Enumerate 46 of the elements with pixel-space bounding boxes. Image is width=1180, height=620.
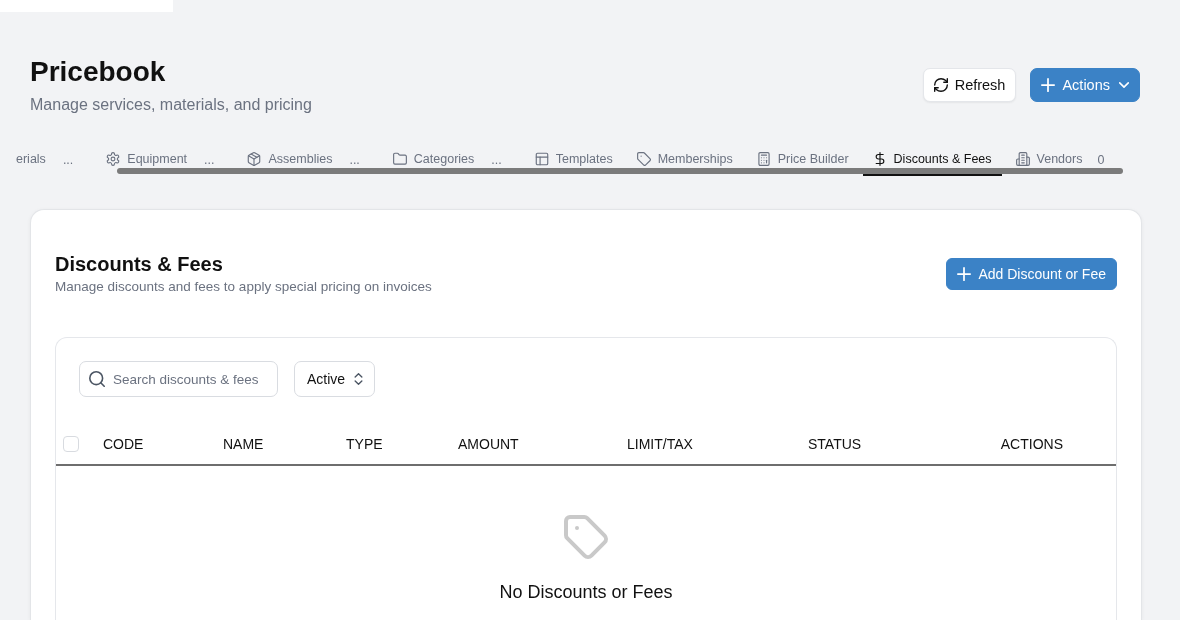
building-icon — [1015, 152, 1030, 166]
column-header: STATUS — [808, 436, 863, 452]
tab[interactable]: Memberships — [626, 145, 743, 176]
layout-icon — [534, 152, 549, 166]
tab[interactable]: erials — [6, 145, 56, 176]
search-icon — [89, 371, 105, 387]
gear-icon — [106, 152, 121, 166]
refresh-icon — [933, 78, 948, 92]
actions-button[interactable]: Actions — [1030, 68, 1140, 102]
empty-state-title: No Discounts or Fees — [499, 581, 673, 604]
more-button[interactable]: ... — [349, 145, 360, 176]
tab[interactable]: Assemblies — [237, 145, 343, 176]
add-discount-button[interactable]: Add Discount or Fee — [946, 258, 1117, 290]
tab[interactable]: Templates — [524, 145, 623, 176]
page-subtitle: Manage services, materials, and pricing — [30, 95, 312, 115]
page-title: Pricebook — [30, 55, 167, 89]
more-button[interactable]: ... — [62, 145, 74, 176]
column-header: LIMIT/TAX — [627, 436, 694, 452]
scrollbar-thumb[interactable] — [117, 168, 1123, 174]
plus-icon — [957, 267, 972, 281]
tab[interactable]: Categories — [382, 145, 485, 176]
tag-icon — [636, 152, 651, 166]
tag-icon — [564, 515, 608, 559]
column-header: AMOUNT — [458, 436, 520, 452]
more-button[interactable]: ... — [204, 145, 215, 176]
select-all-checkbox[interactable] — [63, 436, 79, 452]
column-header: TYPE — [346, 436, 384, 452]
calculator-icon — [756, 152, 771, 166]
column-header: CODE — [103, 436, 145, 452]
box-icon — [247, 152, 262, 166]
tab[interactable]: Vendors — [1005, 145, 1093, 176]
search-field[interactable]: Search discounts & fees — [79, 361, 278, 397]
section-subtitle: Manage discounts and fees to apply special pricing on invoices — [55, 278, 432, 296]
folder-icon — [392, 152, 407, 166]
chevron-up-down-icon — [354, 373, 364, 385]
tab[interactable]: Price Builder — [746, 145, 859, 176]
refresh-button[interactable]: Refresh — [922, 68, 1017, 102]
more-button[interactable]: ... — [491, 145, 502, 176]
plus-icon — [1041, 78, 1056, 92]
chevron-down-icon — [1119, 82, 1129, 88]
column-header: ACTIONS — [1000, 436, 1063, 452]
tab[interactable]: Equipment — [96, 145, 198, 176]
status-select[interactable]: Active — [294, 361, 376, 397]
section-title: Discounts & Fees — [55, 252, 224, 277]
tab-count: 0 — [1097, 151, 1105, 169]
column-header: NAME — [223, 436, 265, 452]
